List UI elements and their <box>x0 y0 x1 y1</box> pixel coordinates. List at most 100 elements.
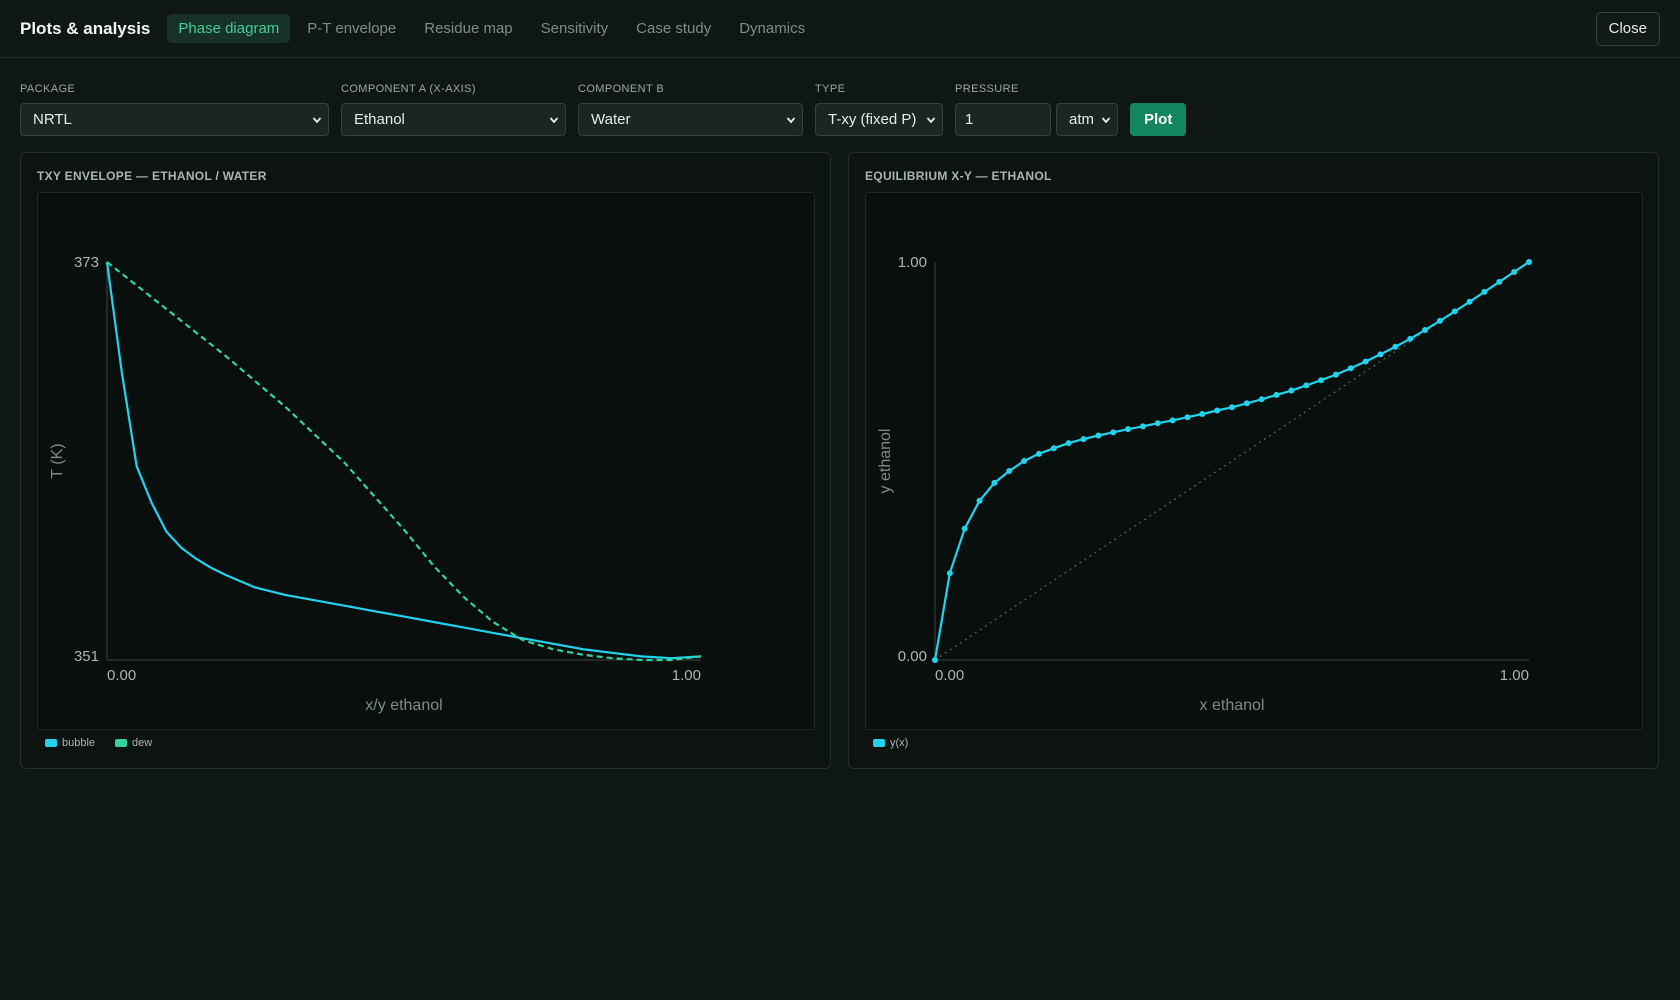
data-point <box>1362 358 1369 365</box>
panels: TXY ENVELOPE — ETHANOL / WATER 351 373 0.0… <box>0 136 1680 769</box>
data-point <box>1065 440 1072 447</box>
data-point <box>1526 259 1532 265</box>
xy-panel: EQUILIBRIUM X-Y — ETHANOL 0.00 1.00 0.00 1.… <box>848 152 1659 769</box>
component-b-field: COMPONENT B Water <box>578 83 803 136</box>
data-point <box>961 525 968 532</box>
x-tick-label: 1.00 <box>1500 667 1529 684</box>
data-point <box>1035 450 1042 457</box>
legend-label-dew: dew <box>132 737 153 749</box>
type-label: TYPE <box>815 83 846 95</box>
type-select[interactable]: T-xy (fixed P) <box>815 103 943 136</box>
xy-plot-area: 0.00 1.00 0.00 1.00 x ethanol y ethanol <box>865 192 1643 730</box>
xy-panel-title: EQUILIBRIUM X-Y — ETHANOL <box>865 169 1052 183</box>
pressure-unit-select[interactable]: atm <box>1056 103 1118 136</box>
txy-legend: bubble dew <box>37 737 814 749</box>
data-point <box>1496 278 1503 285</box>
y-tick-label: 1.00 <box>898 254 927 271</box>
pressure-unit-value: atm <box>1069 111 1095 128</box>
component-b-value: Water <box>591 111 631 128</box>
legend-label-bubble: bubble <box>62 737 96 749</box>
tab-case-study[interactable]: Case study <box>625 14 722 43</box>
x-axis-label: x ethanol <box>1200 697 1265 714</box>
component-a-label: COMPONENT A (X-AXIS) <box>341 83 476 95</box>
data-point <box>1050 445 1057 452</box>
package-label: PACKAGE <box>20 83 76 95</box>
component-a-select[interactable]: Ethanol <box>341 103 566 136</box>
txy-panel-title: TXY ENVELOPE — ETHANOL / WATER <box>37 169 267 183</box>
data-point <box>1021 458 1028 464</box>
data-point <box>1080 436 1087 443</box>
xy-legend: y(x) <box>865 737 1642 749</box>
data-point <box>932 657 938 663</box>
controls-row: PACKAGE NRTL COMPONENT A (X-AXIS) Ethano… <box>0 58 1680 136</box>
txy-chart: 351 373 0.00 1.00 x/y ethanol T (K) <box>49 254 702 714</box>
data-point <box>1199 411 1206 418</box>
app-title: Plots & analysis <box>20 18 151 38</box>
x-tick-label: 0.00 <box>107 667 136 684</box>
series-line-dew <box>106 261 702 662</box>
data-point <box>1288 387 1295 394</box>
pressure-field: PRESSURE 1 atm <box>955 83 1118 136</box>
legend-item-bubble: bubble <box>45 737 95 749</box>
legend-swatch-yx <box>873 739 885 747</box>
plot-button[interactable]: Plot <box>1130 103 1187 136</box>
top-bar: Plots & analysis Phase diagram P-T envel… <box>0 0 1680 58</box>
data-point <box>1466 298 1473 305</box>
x-tick-label: 0.00 <box>935 667 964 684</box>
data-point <box>1169 417 1176 424</box>
chevron-down-icon <box>312 116 322 123</box>
tab-phase-diagram[interactable]: Phase diagram <box>167 14 291 43</box>
data-point <box>1451 308 1458 315</box>
data-point <box>1154 420 1161 427</box>
y-tick-label: 351 <box>74 648 99 665</box>
tab-residue-map[interactable]: Residue map <box>413 14 523 43</box>
data-point <box>1006 467 1013 474</box>
y-axis-label: T (K) <box>49 443 66 478</box>
close-button[interactable]: Close <box>1595 11 1660 46</box>
pressure-label: PRESSURE <box>955 83 1019 95</box>
data-point <box>1422 327 1429 334</box>
component-b-select[interactable]: Water <box>578 103 803 136</box>
data-point <box>1095 432 1102 439</box>
data-point <box>1377 351 1384 358</box>
tab-pt-envelope[interactable]: P-T envelope <box>296 14 407 43</box>
component-a-field: COMPONENT A (X-AXIS) Ethanol <box>341 83 566 136</box>
data-point <box>1407 335 1414 342</box>
data-point <box>1511 268 1518 275</box>
chevron-down-icon <box>926 116 936 123</box>
data-point <box>1347 365 1354 372</box>
y-tick-label: 373 <box>74 254 99 271</box>
y-axis-label: y ethanol <box>877 429 894 494</box>
data-point <box>1243 400 1250 407</box>
data-point <box>1125 426 1132 433</box>
xy-chart: 0.00 1.00 0.00 1.00 x ethanol y ethanol <box>877 254 1532 714</box>
legend-swatch-bubble <box>45 739 57 747</box>
data-point <box>1184 414 1191 421</box>
x-tick-label: 1.00 <box>672 667 701 684</box>
x-axis-label: x/y ethanol <box>365 697 442 714</box>
data-point <box>1332 371 1339 378</box>
legend-swatch-dew <box>115 739 128 747</box>
data-point <box>1229 404 1235 411</box>
pressure-inputs: 1 atm <box>955 103 1118 136</box>
data-point <box>946 570 953 577</box>
data-point <box>1436 317 1443 324</box>
data-point <box>1303 382 1310 389</box>
chevron-down-icon <box>786 116 796 123</box>
pressure-input[interactable]: 1 <box>955 103 1051 136</box>
package-select[interactable]: NRTL <box>20 103 329 136</box>
tab-dynamics[interactable]: Dynamics <box>728 14 816 43</box>
package-value: NRTL <box>33 111 72 128</box>
data-point <box>1258 396 1265 403</box>
component-a-value: Ethanol <box>354 111 405 128</box>
type-value: T-xy (fixed P) <box>828 111 917 128</box>
tab-sensitivity[interactable]: Sensitivity <box>530 14 620 43</box>
legend-item-yx: y(x) <box>873 737 908 749</box>
txy-plot-area: 351 373 0.00 1.00 x/y ethanol T (K) <box>37 192 815 730</box>
package-field: PACKAGE NRTL <box>20 83 329 136</box>
txy-panel: TXY ENVELOPE — ETHANOL / WATER 351 373 0.0… <box>20 152 831 769</box>
y-tick-label: 0.00 <box>898 648 927 665</box>
chevron-down-icon <box>549 116 559 123</box>
chevron-down-icon <box>1101 116 1111 123</box>
data-point <box>1392 343 1399 350</box>
